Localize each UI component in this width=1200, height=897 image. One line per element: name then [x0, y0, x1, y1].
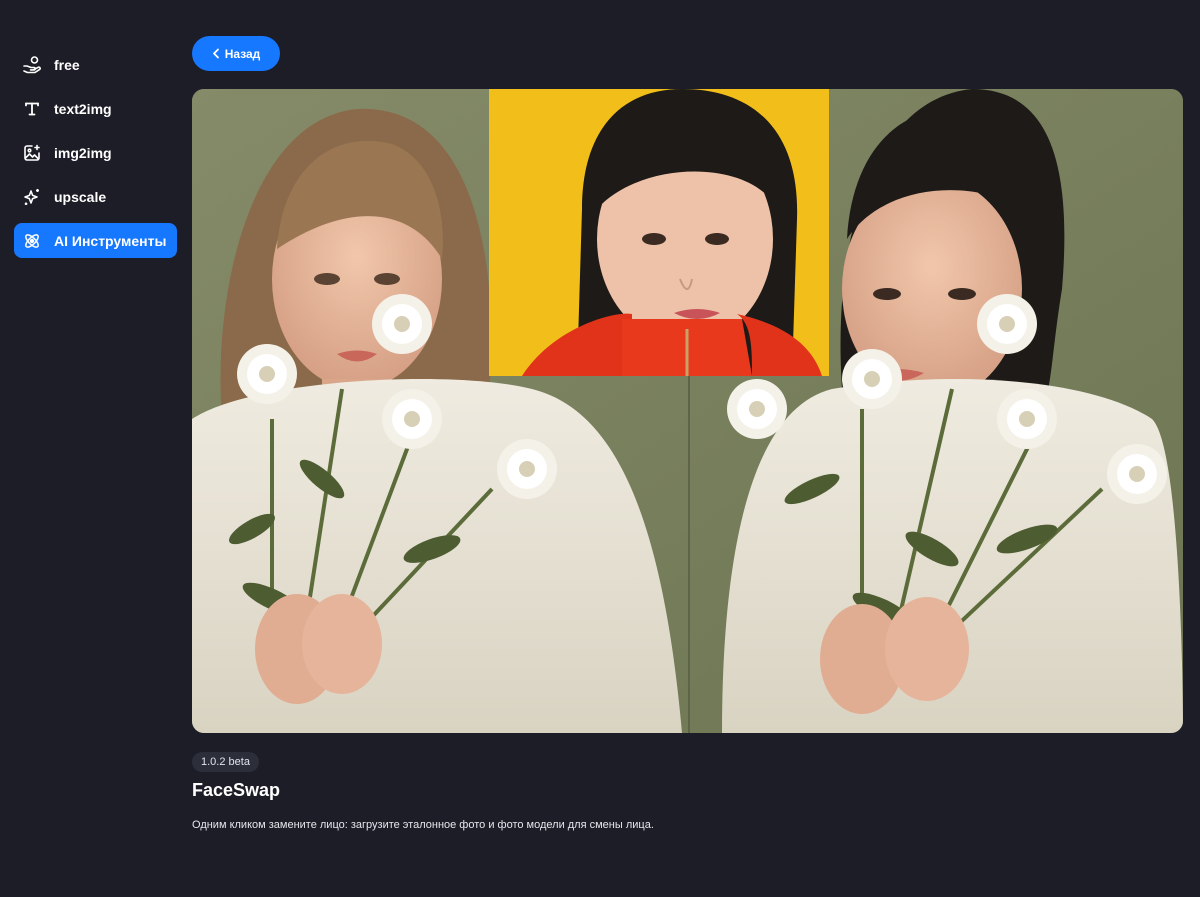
- atom-icon: [22, 231, 42, 251]
- text-t-icon: [22, 99, 42, 119]
- chevron-left-icon: [212, 48, 220, 59]
- sidebar-item-img2img[interactable]: img2img: [14, 135, 177, 170]
- back-button-label: Назад: [224, 46, 261, 61]
- version-badge: 1.0.2 beta: [192, 752, 259, 772]
- sidebar-item-label: text2img: [54, 100, 112, 117]
- sidebar-item-label: img2img: [54, 144, 112, 161]
- sidebar-item-label: upscale: [54, 188, 107, 205]
- sidebar-item-text2img[interactable]: text2img: [14, 91, 177, 126]
- hand-coin-icon: [22, 55, 42, 75]
- reference-portrait: [489, 89, 829, 376]
- sidebar-item-free[interactable]: free: [14, 47, 177, 82]
- sidebar-item-label: AI Инструменты: [54, 232, 167, 249]
- sparkles-icon: [22, 187, 42, 207]
- sidebar-item-upscale[interactable]: upscale: [14, 179, 177, 214]
- faceswap-preview-image: [192, 89, 1183, 733]
- sidebar-item-ai-tools[interactable]: AI Инструменты: [14, 223, 177, 258]
- back-button[interactable]: Назад: [192, 36, 280, 71]
- sidebar: free text2img img2img upscale AI Инструм…: [14, 47, 177, 267]
- sidebar-item-label: free: [54, 56, 80, 73]
- image-sparkle-icon: [22, 143, 42, 163]
- tool-title: FaceSwap: [192, 780, 281, 800]
- tool-description: Одним кликом замените лицо: загрузите эт…: [192, 819, 654, 831]
